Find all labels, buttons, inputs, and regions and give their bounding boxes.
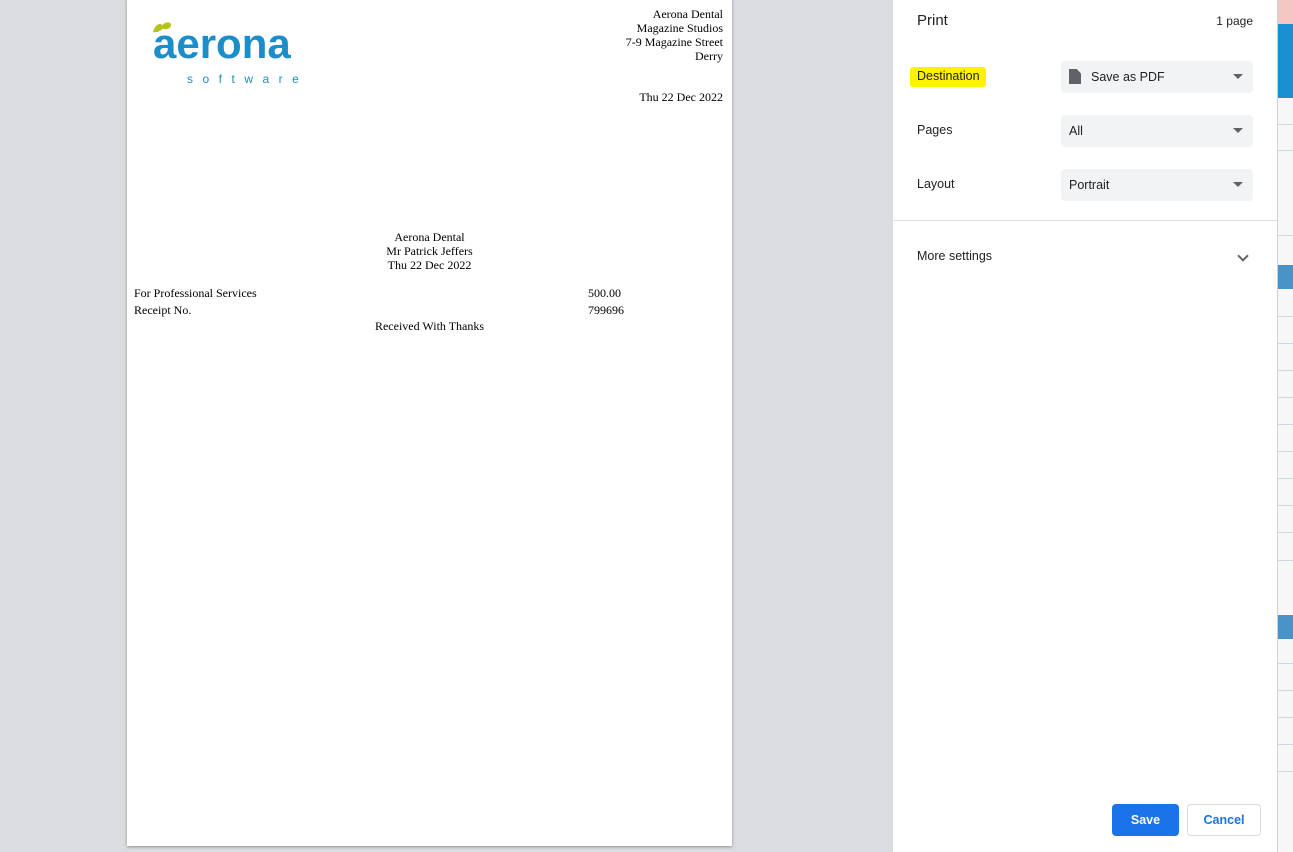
logo-subtitle: software	[187, 72, 309, 86]
pages-select[interactable]: All	[1061, 115, 1253, 147]
bg-strip-line	[1278, 744, 1293, 745]
bg-strip-line	[1278, 717, 1293, 718]
page-count: 1 page	[1216, 14, 1253, 28]
settings-divider	[893, 220, 1277, 221]
chevron-down-icon[interactable]	[1237, 250, 1249, 262]
logo-wordmark: aerona	[153, 20, 291, 67]
dropdown-arrow-icon	[1233, 74, 1243, 79]
preview-page: aerona software Aerona Dental Magazine S…	[127, 0, 732, 846]
save-button[interactable]: Save	[1112, 804, 1179, 836]
bg-strip-line	[1278, 370, 1293, 371]
address-line: 7-9 Magazine Street	[625, 35, 723, 49]
bg-strip-block	[1278, 24, 1293, 98]
bg-strip-line	[1278, 532, 1293, 533]
bg-strip-block	[1278, 0, 1293, 24]
dropdown-arrow-icon	[1233, 128, 1243, 133]
destination-label: Destination	[910, 67, 986, 87]
bg-strip-line	[1278, 424, 1293, 425]
bg-strip-line	[1278, 397, 1293, 398]
services-amount: 500.00	[588, 286, 621, 300]
bg-strip-line	[1278, 505, 1293, 506]
clinic-address: Aerona Dental Magazine Studios 7-9 Magaz…	[626, 7, 723, 63]
bg-strip-line	[1278, 150, 1293, 151]
document-icon	[1069, 69, 1081, 84]
bg-strip-line	[1278, 343, 1293, 344]
layout-select[interactable]: Portrait	[1061, 169, 1253, 201]
address-line: Aerona Dental	[652, 7, 723, 21]
bg-strip-line	[1278, 771, 1293, 772]
bg-strip-line	[1278, 316, 1293, 317]
address-line: Derry	[695, 49, 723, 63]
receipt-no-label: Receipt No.	[134, 303, 192, 317]
thanks-text: Received With Thanks	[374, 319, 485, 333]
layout-label: Layout	[917, 177, 955, 191]
services-label: For Professional Services	[134, 286, 257, 300]
print-preview-area: aerona software Aerona Dental Magazine S…	[0, 0, 893, 852]
bg-strip-line	[1278, 451, 1293, 452]
destination-label-text: Destination	[910, 67, 986, 87]
destination-select[interactable]: Save as PDF	[1061, 61, 1253, 93]
cancel-button[interactable]: Cancel	[1187, 804, 1261, 836]
address-line: Magazine Studios	[636, 21, 723, 35]
destination-value: Save as PDF	[1091, 70, 1165, 84]
receipt-clinic-name: Aerona Dental	[394, 230, 465, 244]
background-app-strip	[1277, 0, 1293, 852]
bg-strip-block	[1278, 265, 1293, 289]
print-title: Print	[917, 12, 948, 29]
bg-strip-line	[1278, 560, 1293, 561]
bg-strip-line	[1278, 478, 1293, 479]
company-logo: aerona software	[153, 20, 333, 90]
header-date: Thu 22 Dec 2022	[639, 90, 723, 104]
bg-strip-block	[1278, 615, 1293, 639]
pages-label: Pages	[917, 123, 953, 137]
bg-strip-line	[1278, 663, 1293, 664]
layout-value: Portrait	[1069, 178, 1110, 192]
receipt-patient-name: Mr Patrick Jeffers	[386, 244, 473, 258]
bg-strip-line	[1278, 690, 1293, 691]
receipt-no-value: 799696	[588, 303, 624, 317]
dropdown-arrow-icon	[1233, 182, 1243, 187]
receipt-header: Aerona Dental Mr Patrick Jeffers Thu 22 …	[127, 230, 732, 272]
more-settings-toggle[interactable]: More settings	[917, 249, 992, 263]
print-settings-panel: Print 1 page Destination Save as PDF Pag…	[893, 0, 1277, 852]
receipt-date: Thu 22 Dec 2022	[387, 258, 472, 272]
bg-strip-line	[1278, 235, 1293, 236]
pages-value: All	[1069, 124, 1083, 138]
bg-strip-line	[1278, 124, 1293, 125]
